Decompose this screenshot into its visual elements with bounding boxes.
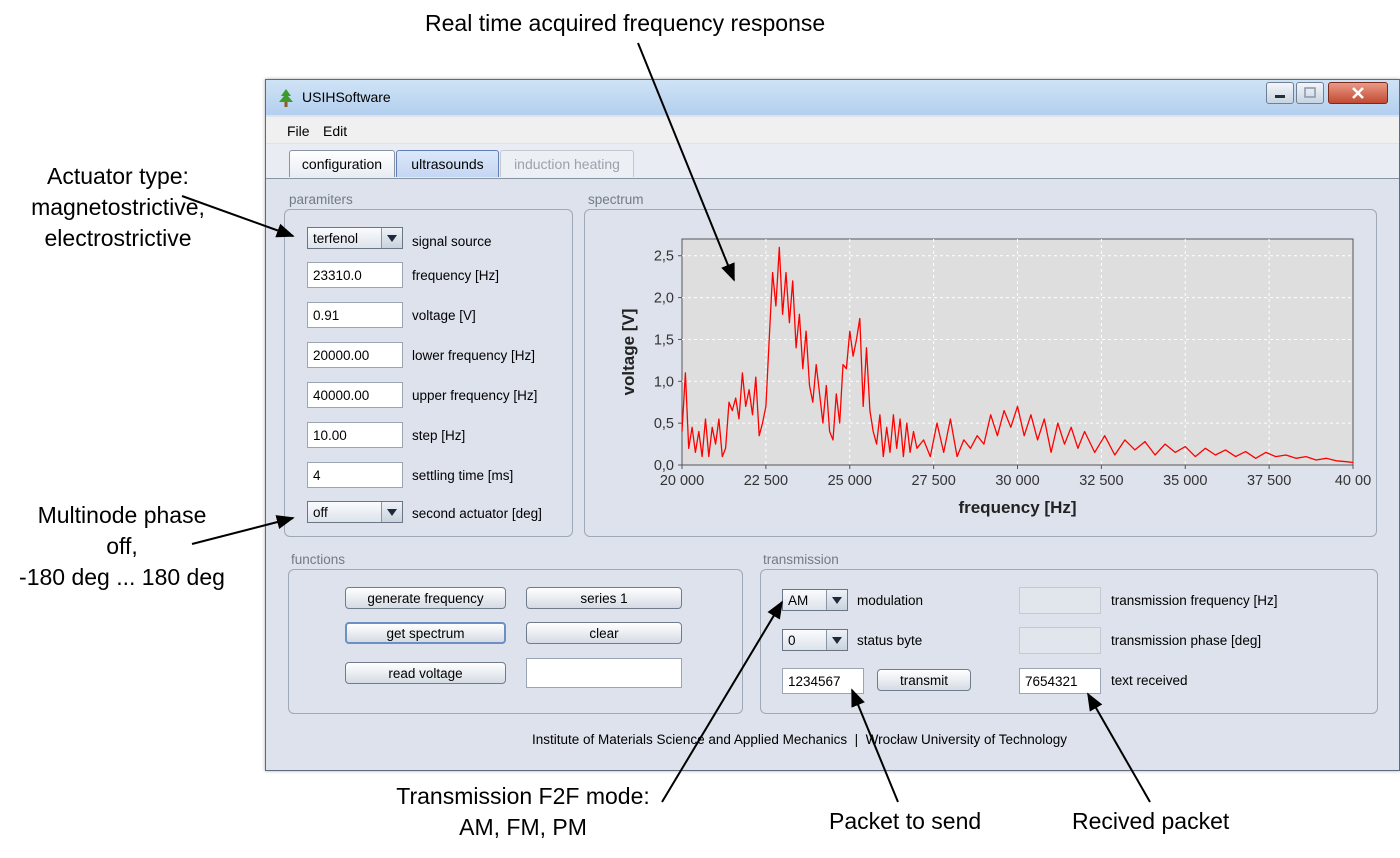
footer-credits: Institute of Materials Science and Appli… — [532, 732, 1068, 747]
tab-induction-heating: induction heating — [500, 150, 634, 177]
x-tick-label: 35 000 — [1163, 473, 1207, 489]
step-field[interactable]: 10.00 — [307, 422, 403, 448]
close-button[interactable] — [1328, 82, 1388, 104]
get-spectrum-button[interactable]: get spectrum — [345, 622, 506, 644]
settling-time-label: settling time [ms] — [412, 468, 514, 483]
second-actuator-select[interactable]: off — [307, 501, 403, 523]
voltage-readout-field[interactable] — [526, 658, 682, 688]
transmission-title: transmission — [763, 552, 839, 567]
lower-frequency-field[interactable]: 20000.00 — [307, 342, 403, 368]
x-tick-label: 27 500 — [911, 473, 955, 489]
frequency-label: frequency [Hz] — [412, 268, 500, 283]
y-tick-label: 2,5 — [654, 249, 674, 265]
packet-field[interactable]: 1234567 — [782, 668, 864, 694]
annotation-line: magnetostrictive, — [31, 194, 205, 220]
y-axis-label: voltage [V] — [619, 309, 638, 396]
menu-edit[interactable]: Edit — [323, 123, 347, 139]
annotation-transmission-mode: Transmission F2F mode: AM, FM, PM — [378, 781, 668, 843]
upper-frequency-label: upper frequency [Hz] — [412, 388, 538, 403]
chevron-down-icon — [826, 630, 847, 650]
transmit-button[interactable]: transmit — [877, 669, 971, 691]
second-actuator-label: second actuator [deg] — [412, 506, 542, 521]
minimize-icon — [1275, 95, 1285, 98]
x-tick-label: 37 500 — [1247, 473, 1291, 489]
maximize-icon — [1304, 87, 1316, 98]
second-actuator-value: off — [313, 505, 328, 520]
close-icon — [1352, 87, 1364, 99]
spectrum-chart: 20 000 22 500 25 000 27 500 30 000 32 500 35 0… — [619, 238, 1371, 517]
text-received-field[interactable]: 7654321 — [1019, 668, 1101, 694]
minimize-button[interactable] — [1266, 82, 1294, 104]
chevron-down-icon — [381, 502, 402, 522]
clear-button[interactable]: clear — [526, 622, 682, 644]
title-bar[interactable]: USIHSoftware — [266, 80, 1399, 115]
tree-icon — [279, 89, 293, 107]
step-label: step [Hz] — [412, 428, 466, 443]
status-byte-value: 0 — [788, 633, 796, 648]
modulation-select[interactable]: AM — [782, 589, 848, 611]
series-button[interactable]: series 1 — [526, 587, 682, 609]
chevron-down-icon — [826, 590, 847, 610]
frequency-field[interactable]: 23310.0 — [307, 262, 403, 288]
chevron-down-icon — [381, 228, 402, 248]
maximize-button[interactable] — [1296, 82, 1324, 104]
x-tick-label: 40 00 — [1335, 473, 1371, 489]
transmission-frequency-field — [1019, 587, 1101, 614]
x-tick-label: 20 000 — [660, 473, 704, 489]
signal-source-select[interactable]: terfenol — [307, 227, 403, 249]
annotation-packet-send: Packet to send — [829, 808, 982, 834]
modulation-label: modulation — [857, 593, 924, 608]
x-tick-label: 25 000 — [828, 473, 872, 489]
tab-ultrasounds[interactable]: ultrasounds — [396, 150, 499, 177]
annotation-line: -180 deg ... 180 deg — [19, 564, 225, 590]
status-byte-label: status byte — [857, 633, 923, 648]
transmission-phase-label: transmission phase [deg] — [1111, 633, 1262, 648]
voltage-label: voltage [V] — [412, 308, 476, 323]
menu-file[interactable]: File — [287, 123, 310, 139]
y-tick-label: 0,5 — [654, 416, 674, 432]
app-window: USIHSoftware File Edit configuration ult… — [265, 79, 1400, 771]
functions-title: functions — [291, 552, 346, 567]
annotation-multinode: Multinode phase off, -180 deg ... 180 de… — [4, 500, 240, 593]
y-tick-label: 1,5 — [654, 332, 674, 348]
x-axis-label: frequency [Hz] — [958, 498, 1076, 517]
read-voltage-button[interactable]: read voltage — [345, 662, 506, 684]
annotation-line: Actuator type: — [47, 163, 189, 189]
annotation-line: electrostrictive — [44, 225, 192, 251]
tab-strip: configuration ultrasounds induction heat… — [266, 144, 1399, 179]
spectrum-title: spectrum — [588, 192, 644, 207]
transmission-frequency-label: transmission frequency [Hz] — [1111, 593, 1278, 608]
y-tick-label: 0,0 — [654, 458, 674, 474]
settling-time-field[interactable]: 4 — [307, 462, 403, 488]
upper-frequency-field[interactable]: 40000.00 — [307, 382, 403, 408]
voltage-field[interactable]: 0.91 — [307, 302, 403, 328]
annotation-line: AM, FM, PM — [459, 814, 587, 840]
annotation-line: Transmission F2F mode: — [396, 783, 650, 809]
annotation-actuator: Actuator type: magnetostrictive, electro… — [18, 161, 218, 254]
window-title: USIHSoftware — [302, 89, 391, 105]
transmission-phase-field — [1019, 627, 1101, 654]
x-tick-label: 22 500 — [744, 473, 788, 489]
text-received-label: text received — [1111, 673, 1188, 688]
x-tick-label: 30 000 — [995, 473, 1039, 489]
x-tick-label: 32 500 — [1079, 473, 1123, 489]
y-tick-label: 2,0 — [654, 291, 674, 307]
parameters-title: paramiters — [289, 192, 353, 207]
status-byte-select[interactable]: 0 — [782, 629, 848, 651]
annotation-line: Multinode phase — [37, 502, 207, 528]
tab-configuration[interactable]: configuration — [289, 150, 395, 177]
y-tick-label: 1,0 — [654, 374, 674, 390]
annotation-line: off, — [106, 533, 138, 559]
lower-frequency-label: lower frequency [Hz] — [412, 348, 536, 363]
signal-source-label: signal source — [412, 234, 492, 249]
menu-bar: File Edit — [266, 117, 1399, 143]
signal-source-value: terfenol — [313, 231, 359, 246]
modulation-value: AM — [788, 593, 809, 608]
annotation-frequency-response: Real time acquired frequency response — [425, 10, 826, 36]
generate-frequency-button[interactable]: generate frequency — [345, 587, 506, 609]
annotation-packet-received: Recived packet — [1072, 808, 1230, 834]
